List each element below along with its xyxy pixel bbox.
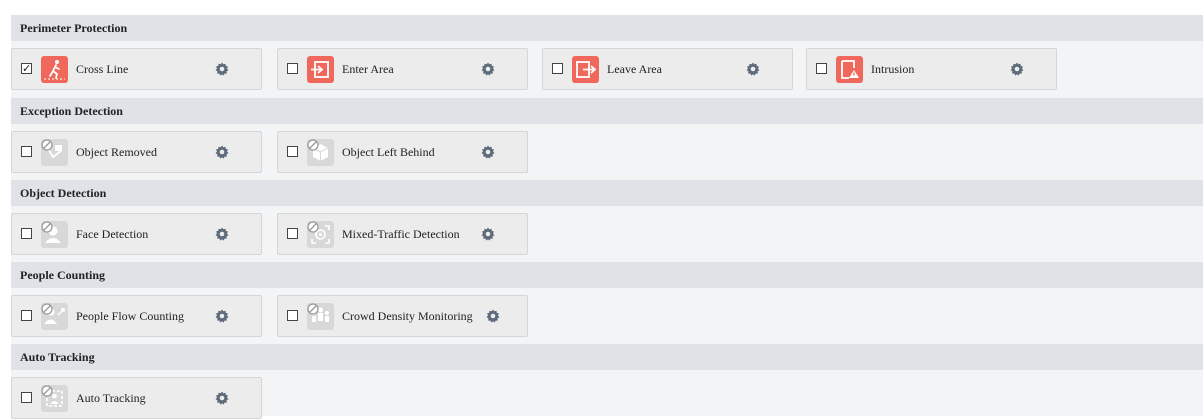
section-header-perimeter-protection: Perimeter Protection	[11, 15, 1203, 41]
gear-icon[interactable]	[481, 227, 495, 241]
disabled-icon	[307, 139, 319, 151]
gear-icon[interactable]	[1010, 62, 1024, 76]
people-flow-icon	[41, 303, 68, 330]
disabled-icon	[307, 303, 319, 315]
face-detection-icon	[41, 221, 68, 248]
section-body-exception-detection: Object Removed Object Left Behind	[11, 124, 1203, 180]
checkbox-mixed-traffic-detection[interactable]	[287, 228, 298, 239]
section-header-people-counting: People Counting	[11, 262, 1203, 288]
rule-card-crowd-density-monitoring[interactable]: Crowd Density Monitoring	[277, 295, 528, 337]
gear-icon[interactable]	[215, 391, 229, 405]
rule-label: Cross Line	[76, 62, 129, 76]
enter-area-icon	[307, 56, 334, 83]
gear-icon[interactable]	[486, 309, 500, 323]
leave-area-icon	[572, 56, 599, 83]
section-header-exception-detection: Exception Detection	[11, 98, 1203, 124]
gear-icon[interactable]	[746, 62, 760, 76]
rule-label: Enter Area	[342, 62, 394, 76]
rule-label: Auto Tracking	[76, 391, 146, 405]
mixed-traffic-icon	[307, 221, 334, 248]
section-title: Auto Tracking	[20, 350, 95, 364]
checkbox-enter-area[interactable]	[287, 63, 298, 74]
section-body-perimeter-protection: ✓ Cross Line Enter Area Leave Area Intru…	[11, 41, 1203, 98]
rule-label: Object Left Behind	[342, 145, 435, 159]
disabled-icon	[41, 139, 53, 151]
gear-icon[interactable]	[481, 145, 495, 159]
section-title: Exception Detection	[20, 104, 123, 118]
rule-card-leave-area[interactable]: Leave Area	[542, 48, 793, 90]
rule-card-mixed-traffic-detection[interactable]: Mixed-Traffic Detection	[277, 213, 528, 255]
rule-card-people-flow-counting[interactable]: People Flow Counting	[11, 295, 262, 337]
section-body-auto-tracking: Auto Tracking	[11, 370, 1203, 419]
rule-label: People Flow Counting	[76, 309, 185, 323]
checkbox-people-flow-counting[interactable]	[21, 310, 32, 321]
rule-label: Intrusion	[871, 62, 915, 76]
checkbox-auto-tracking[interactable]	[21, 392, 32, 403]
gear-icon[interactable]	[215, 309, 229, 323]
checkbox-leave-area[interactable]	[552, 63, 563, 74]
rule-label: Face Detection	[76, 227, 149, 241]
disabled-icon	[41, 385, 53, 397]
gear-icon[interactable]	[215, 227, 229, 241]
disabled-icon	[307, 221, 319, 233]
rule-label: Crowd Density Monitoring	[342, 309, 473, 323]
gear-icon[interactable]	[215, 145, 229, 159]
rule-card-object-left-behind[interactable]: Object Left Behind	[277, 131, 528, 173]
section-body-people-counting: People Flow Counting Crowd Density Monit…	[11, 288, 1203, 344]
checkbox-object-left-behind[interactable]	[287, 146, 298, 157]
rule-card-cross-line[interactable]: ✓ Cross Line	[11, 48, 262, 90]
rule-label: Leave Area	[607, 62, 662, 76]
checkbox-face-detection[interactable]	[21, 228, 32, 239]
checkbox-object-removed[interactable]	[21, 146, 32, 157]
rule-card-auto-tracking[interactable]: Auto Tracking	[11, 377, 262, 419]
section-header-auto-tracking: Auto Tracking	[11, 344, 1203, 370]
crowd-density-icon	[307, 303, 334, 330]
section-header-object-detection: Object Detection	[11, 180, 1203, 206]
gear-icon[interactable]	[481, 62, 495, 76]
cross-line-icon	[41, 56, 68, 83]
object-left-behind-icon	[307, 139, 334, 166]
rule-card-intrusion[interactable]: Intrusion	[806, 48, 1057, 90]
rule-card-object-removed[interactable]: Object Removed	[11, 131, 262, 173]
disabled-icon	[41, 221, 53, 233]
rule-label: Object Removed	[76, 145, 157, 159]
checkbox-cross-line[interactable]: ✓	[21, 63, 32, 74]
section-body-object-detection: Face Detection Mixed-Traffic Detection	[11, 206, 1203, 262]
object-removed-icon	[41, 139, 68, 166]
checkbox-intrusion[interactable]	[816, 63, 827, 74]
checkbox-crowd-density-monitoring[interactable]	[287, 310, 298, 321]
gear-icon[interactable]	[215, 62, 229, 76]
auto-tracking-icon	[41, 385, 68, 412]
section-title: Perimeter Protection	[20, 21, 128, 35]
section-title: Object Detection	[20, 186, 107, 200]
rule-card-face-detection[interactable]: Face Detection	[11, 213, 262, 255]
disabled-icon	[41, 303, 53, 315]
rule-label: Mixed-Traffic Detection	[342, 227, 460, 241]
rule-card-enter-area[interactable]: Enter Area	[277, 48, 528, 90]
intrusion-icon	[836, 56, 863, 83]
section-title: People Counting	[20, 268, 106, 282]
